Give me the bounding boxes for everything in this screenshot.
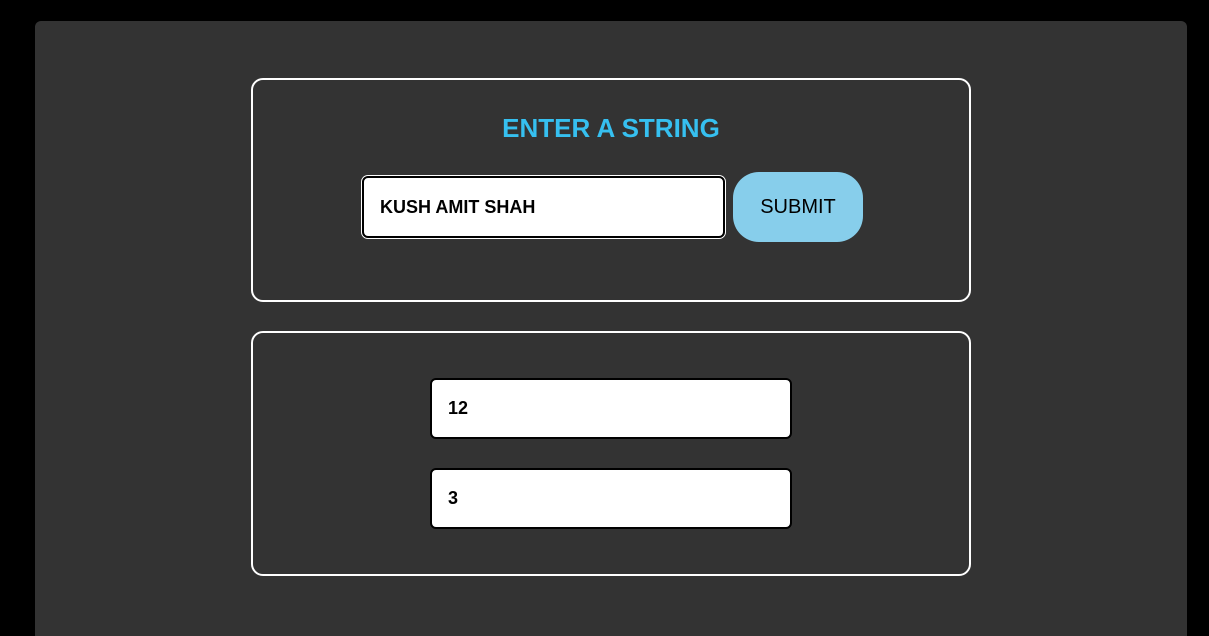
- result-field-1[interactable]: [430, 378, 792, 439]
- result-field-2[interactable]: [430, 468, 792, 529]
- input-card: ENTER A STRING SUBMIT: [251, 78, 971, 302]
- app-panel: ENTER A STRING SUBMIT: [35, 21, 1187, 636]
- results-card: [251, 331, 971, 576]
- string-input[interactable]: [362, 176, 725, 238]
- submit-button[interactable]: SUBMIT: [733, 172, 863, 242]
- form-heading: ENTER A STRING: [502, 113, 720, 143]
